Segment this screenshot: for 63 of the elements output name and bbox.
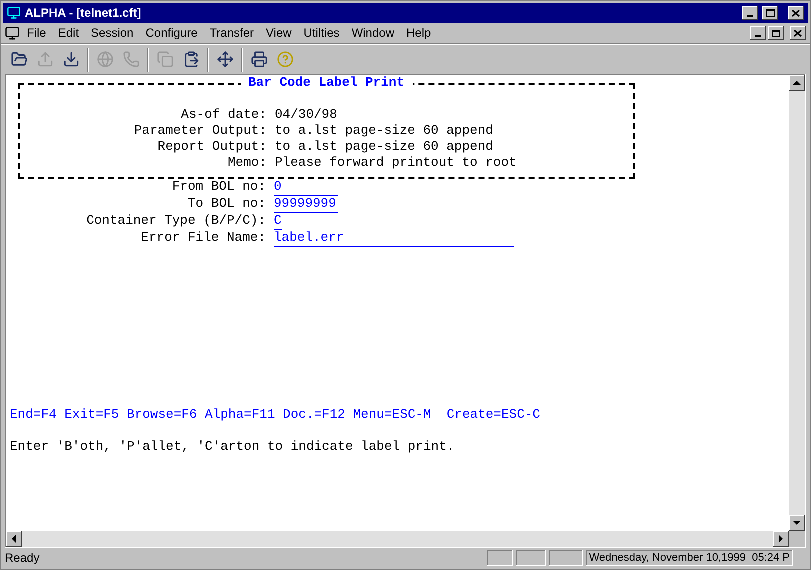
menu-item[interactable]: Configure: [140, 24, 203, 42]
menu-item[interactable]: Edit: [53, 24, 84, 42]
field-value: to a.lst page-size 60 append: [275, 123, 494, 139]
field-label: Error File Name:: [140, 230, 266, 247]
status-message: Enter 'B'oth, 'P'allet, 'C'arton to indicate label print.: [10, 439, 456, 455]
arrows-icon: [216, 51, 234, 68]
vertical-scrollbar[interactable]: [789, 75, 805, 531]
close-icon: [794, 30, 802, 36]
function-keys: End=F4 Exit=F5 Browse=F6 Alpha=F11 Doc.=F12 Menu=ESC-M Create=ESC-C: [10, 407, 789, 423]
maximize-icon: [766, 9, 774, 17]
menu-item[interactable]: Transfer: [204, 24, 259, 42]
status-datetime: Wednesday, November 10,1999 05:24 P: [586, 550, 793, 566]
minimize-button[interactable]: [742, 6, 758, 20]
close-icon: [792, 10, 800, 16]
field-label: As-of date:: [180, 107, 267, 123]
input-field[interactable]: C: [274, 213, 282, 230]
field-value: Please forward printout to root: [275, 155, 517, 171]
copy-icon: [156, 51, 174, 68]
input-field[interactable]: 0: [274, 179, 338, 196]
status-pane: [516, 550, 546, 566]
menu-item[interactable]: File: [22, 24, 52, 42]
menu-item[interactable]: View: [261, 24, 297, 42]
globe-icon: [96, 51, 114, 68]
restore-button[interactable]: [768, 26, 784, 40]
field-value: 04/30/98: [275, 107, 338, 123]
minimize-icon: [747, 15, 753, 17]
close-button[interactable]: [788, 6, 804, 20]
up-arrow-icon: [793, 81, 801, 85]
horizontal-scrollbar[interactable]: [6, 531, 789, 547]
field-label: Parameter Output:: [133, 123, 267, 139]
window-title: ALPHA - [telnet1.cft]: [25, 5, 142, 22]
minimize-icon: [755, 35, 761, 37]
status-text: Ready: [5, 550, 41, 567]
status-pane: [549, 550, 584, 566]
field-label: To BOL no:: [186, 196, 266, 213]
restore-icon: [772, 30, 780, 36]
menu-item[interactable]: Utilties: [298, 24, 345, 42]
down-arrow-icon: [793, 521, 801, 525]
field-value: to a.lst page-size 60 append: [275, 139, 494, 155]
phone-icon: [122, 51, 140, 68]
upload-icon: [36, 51, 54, 68]
menu-item[interactable]: Session: [86, 24, 139, 42]
app-icon: [7, 6, 21, 20]
field-label: Memo:: [226, 155, 267, 171]
folder-icon: [10, 51, 28, 68]
printer-icon: [250, 51, 268, 68]
input-field[interactable]: label.err: [274, 230, 514, 247]
field-label: Report Output:: [156, 139, 267, 155]
menu-item[interactable]: Help: [402, 24, 436, 42]
left-arrow-icon: [12, 535, 16, 543]
menu-item[interactable]: Window: [346, 24, 400, 42]
field-label: Container Type (B/P/C):: [86, 213, 266, 230]
download-icon: [62, 51, 80, 68]
field-label: From BOL no:: [171, 179, 266, 196]
input-field[interactable]: 99999999: [274, 196, 338, 213]
close-button[interactable]: [790, 26, 806, 40]
right-arrow-icon: [779, 535, 783, 543]
status-pane: [487, 550, 514, 566]
minimize-button[interactable]: [750, 26, 766, 40]
document-icon: [5, 26, 20, 40]
maximize-button[interactable]: [762, 6, 778, 20]
help-icon: [276, 51, 294, 68]
clipboard-icon: [182, 51, 200, 68]
